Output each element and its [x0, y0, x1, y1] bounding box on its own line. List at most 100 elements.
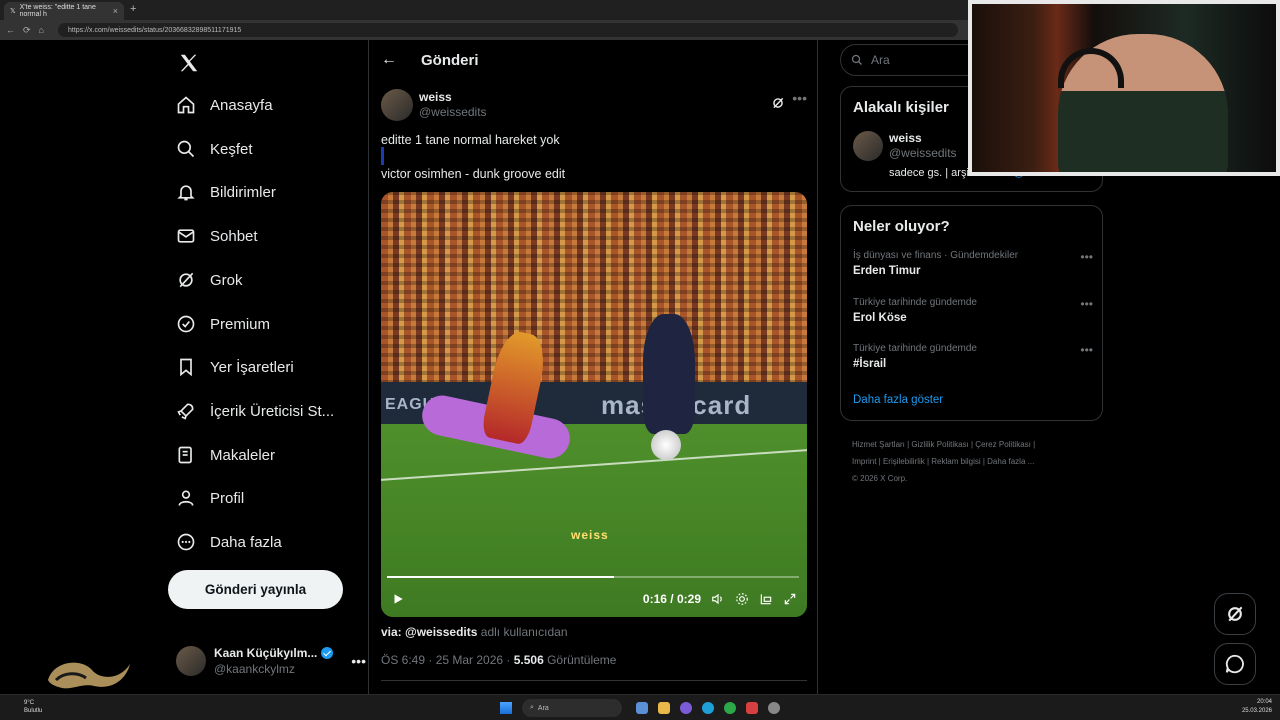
via-suffix: adlı kullanıcıdan [480, 625, 568, 639]
nav-premium[interactable]: Premium [176, 308, 270, 340]
post-meta: ÖS 6:49 · 25 Mar 2026 · 5.506 Görüntülem… [381, 653, 616, 667]
trend-context: İş dünyası ve finans · Gündemdekiler [853, 250, 1019, 261]
windows-taskbar: 9°C Bulutlu ⌕ Ara 20:04 25.03.2026 [0, 694, 1280, 720]
home-nav-icon[interactable]: ⌂ [39, 25, 44, 35]
fullscreen-icon[interactable] [783, 592, 797, 606]
system-tray-clock[interactable]: 20:04 25.03.2026 [1242, 698, 1272, 716]
pip-icon[interactable] [759, 592, 773, 606]
text-divider-mark [381, 147, 384, 165]
settings-icon[interactable] [735, 592, 749, 606]
account-name: Kaan Küçükyılm... [214, 646, 318, 660]
mail-icon [177, 229, 195, 243]
chrome-icon[interactable] [724, 702, 736, 714]
trend-item[interactable]: Türkiye tarihinde gündemde #İsrail ••• [853, 343, 1093, 370]
divider [381, 680, 807, 681]
verified-icon [177, 315, 195, 333]
grok-explain-icon[interactable] [771, 96, 785, 110]
author-avatar[interactable] [381, 89, 413, 121]
user-icon [178, 490, 194, 506]
search-placeholder: Ara [871, 53, 890, 67]
windows-start-icon[interactable] [500, 702, 512, 714]
new-tab-icon[interactable]: + [130, 3, 136, 15]
copyright: © 2026 X Corp. [852, 474, 908, 483]
x-logo-icon[interactable] [178, 52, 200, 74]
edge-icon[interactable] [702, 702, 714, 714]
nav-bookmarks[interactable]: Yer İşaretleri [176, 351, 294, 383]
trend-item[interactable]: Türkiye tarihinde gündemde Erol Köse ••• [853, 297, 1093, 324]
trend-context: Türkiye tarihinde gündemde [853, 297, 977, 308]
footer-line[interactable]: Hizmet Şartları | Gizlilik Politikası | … [852, 436, 1102, 453]
nav-more[interactable]: Daha fazla [176, 526, 282, 558]
obs-icon[interactable] [746, 702, 758, 714]
trend-more-icon[interactable]: ••• [1080, 297, 1093, 311]
file-explorer-icon[interactable] [658, 702, 670, 714]
nav-messages[interactable]: Sohbet [176, 220, 258, 252]
bell-icon [177, 185, 195, 201]
volume-icon[interactable] [711, 592, 725, 606]
nav-home[interactable]: Anasayfa [176, 89, 273, 121]
grok-fab[interactable] [1214, 593, 1256, 635]
author-name[interactable]: weiss [419, 90, 487, 105]
show-more-link[interactable]: Daha fazla göster [853, 394, 943, 406]
verified-badge-icon [321, 647, 334, 659]
author-handle[interactable]: @weissedits [419, 105, 487, 120]
back-arrow-icon[interactable]: ← [381, 51, 397, 69]
home-icon [177, 96, 195, 114]
taskbar-search[interactable]: ⌕ Ara [522, 699, 622, 717]
messages-fab[interactable] [1214, 643, 1256, 685]
weather-widget[interactable]: 9°C Bulutlu [24, 699, 42, 715]
views-label: Görüntüleme [543, 653, 617, 667]
trend-context: Türkiye tarihinde gündemde [853, 343, 977, 354]
video-time-separator: / [670, 592, 674, 606]
discord-icon[interactable] [680, 702, 692, 714]
video-player-navy [643, 314, 695, 434]
back-nav-icon[interactable]: ← [6, 25, 15, 35]
close-tab-icon[interactable]: × [113, 6, 118, 16]
reload-icon[interactable]: ⟳ [23, 25, 31, 36]
url-field[interactable]: https://x.com/weissedits/status/20366832… [57, 23, 958, 37]
footer-links: Hizmet Şartları | Gizlilik Politikası | … [852, 436, 1102, 487]
more-options-icon[interactable]: ••• [351, 653, 366, 669]
nav-creator-studio[interactable]: İçerik Üreticisi St... [176, 395, 334, 427]
webcam-overlay [968, 0, 1280, 176]
post-timestamp[interactable]: ÖS 6:49 · 25 Mar 2026 · [381, 653, 514, 667]
trend-title: Erol Köse [853, 312, 907, 324]
clock-time: 20:04 [1256, 699, 1272, 705]
related-title: Alakalı kişiler [853, 99, 949, 116]
related-user[interactable]: weiss @weissedits [853, 131, 957, 161]
nav-explore[interactable]: Keşfet [176, 133, 253, 165]
task-view-icon[interactable] [636, 702, 648, 714]
x-tab-icon: 𝕏 [10, 8, 16, 15]
video-controls: 0:16 / 0:29 [381, 586, 807, 612]
play-icon[interactable] [391, 592, 405, 606]
account-handle: @kaankckylmz [214, 662, 295, 676]
video-progress-fill [387, 576, 614, 578]
more-circle-icon [177, 533, 195, 551]
nav-profile[interactable]: Profil [176, 482, 244, 514]
footer-line[interactable]: Imprint | Erişilebilirlik | Reklam bilgi… [852, 453, 1102, 470]
via-handle[interactable]: via: @weissedits [381, 625, 477, 639]
post-more-icon[interactable]: ••• [792, 90, 807, 106]
related-user-name: weiss [889, 131, 922, 145]
app-icon[interactable] [768, 702, 780, 714]
trend-more-icon[interactable]: ••• [1080, 250, 1093, 264]
post-button[interactable]: Gönderi yayınla [168, 570, 343, 609]
video-time: 0:16 / 0:29 [643, 592, 701, 606]
nav-grok[interactable]: Grok [176, 264, 243, 296]
trending-box: Neler oluyor? İş dünyası ve finans · Gün… [840, 205, 1103, 421]
grok-icon [1228, 606, 1243, 622]
trend-more-icon[interactable]: ••• [1080, 343, 1093, 357]
article-icon [178, 446, 192, 464]
video-progress-track[interactable] [387, 576, 799, 578]
post-text-line1: editte 1 tane normal hareket yok [381, 133, 560, 147]
post-text-line2: victor osimhen - dunk groove edit [381, 167, 566, 181]
trend-title: #İsrail [853, 358, 887, 370]
trend-item[interactable]: İş dünyası ve finans · Gündemdekiler Erd… [853, 250, 1093, 277]
video-player[interactable]: mastercard EAGUE weiss 0:16 / 0:29 [381, 192, 807, 617]
browser-tab[interactable]: 𝕏 X'te weiss: "editte 1 tane normal h × [4, 2, 124, 20]
account-switcher[interactable]: Kaan Küçükyılm... @kaankckylmz ••• [176, 642, 366, 680]
main-column: ← Gönderi weiss @weissedits ••• editte 1… [368, 40, 818, 694]
nav-notifications[interactable]: Bildirimler [176, 176, 276, 208]
search-icon [177, 140, 195, 158]
nav-articles[interactable]: Makaleler [176, 439, 275, 471]
